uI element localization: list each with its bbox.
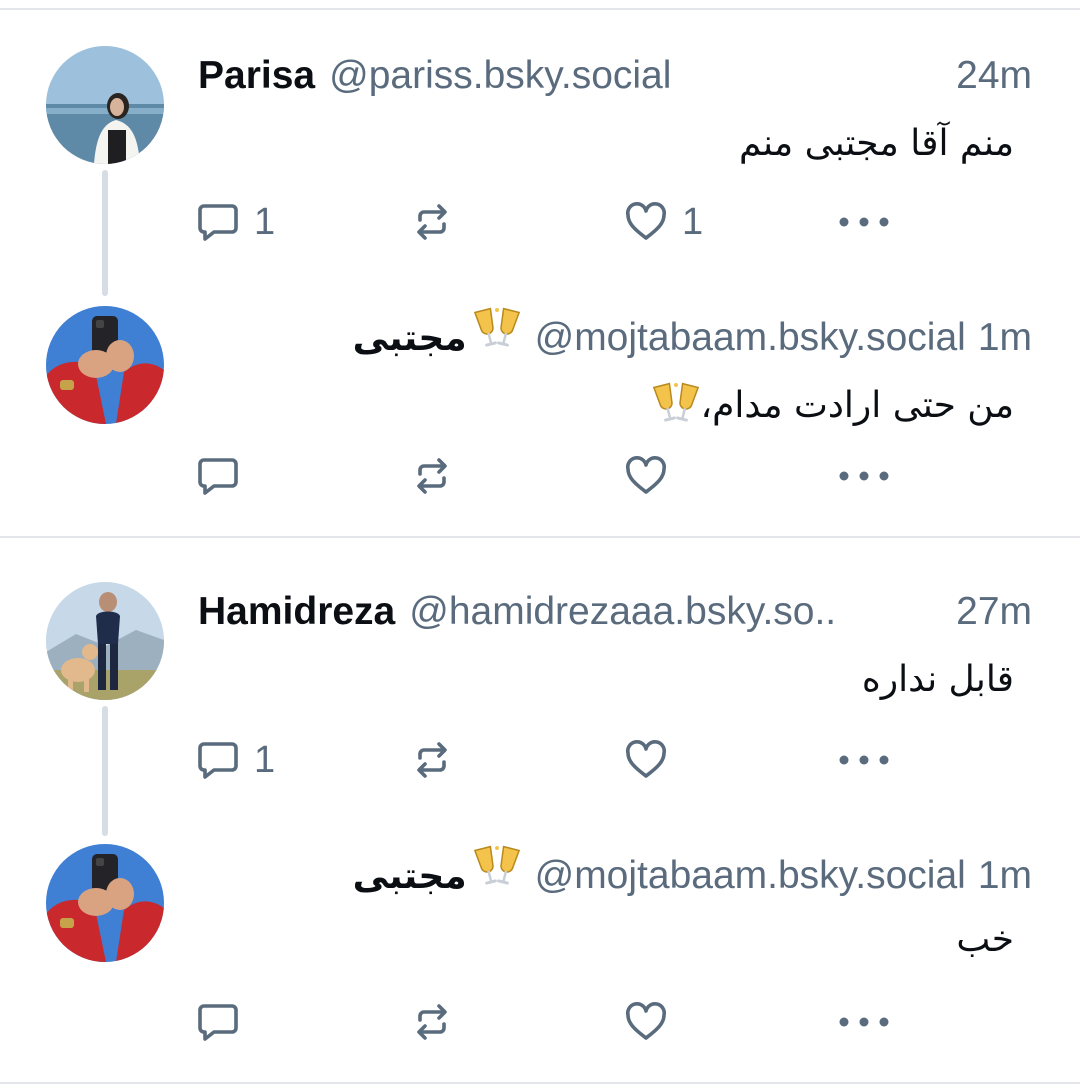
heart-icon: [624, 738, 668, 782]
post[interactable]: Parisa @pariss.bsky.social 24m منم آقا م…: [0, 46, 1080, 276]
repost-arrows-icon: [410, 738, 454, 782]
post-time[interactable]: 24m: [956, 46, 1032, 106]
author-name[interactable]: مجتبی: [353, 309, 467, 366]
like-button[interactable]: [624, 446, 668, 506]
repost-button[interactable]: [410, 446, 454, 506]
repost-arrows-icon: [410, 1000, 454, 1044]
post[interactable]: مجتبی @mojtabaam.bsky.social 1m من حتی ا…: [0, 306, 1080, 526]
repost-arrows-icon: [410, 200, 454, 244]
avatar[interactable]: [46, 306, 164, 424]
post-header: Hamidreza @hamidrezaaa.bsky.so.. 27m: [198, 582, 1032, 642]
post-header: مجتبی @mojtabaam.bsky.social 1m: [198, 306, 1032, 366]
ellipsis-icon: [834, 212, 894, 232]
post-text: قابل نداره: [861, 659, 1014, 700]
heart-icon: [624, 1000, 668, 1044]
author-handle[interactable]: @pariss.bsky.social: [329, 46, 942, 106]
post[interactable]: مجتبی @mojtabaam.bsky.social 1m خب: [0, 844, 1080, 1070]
speech-bubble-icon: [196, 200, 240, 244]
thread-feed: Parisa @pariss.bsky.social 24m منم آقا م…: [0, 0, 1080, 1084]
post-text: من حتی ارادت مدام،: [652, 378, 1014, 434]
thread: Hamidreza @hamidrezaaa.bsky.so.. 27m قاب…: [0, 536, 1080, 1084]
more-options-button[interactable]: [834, 992, 894, 1052]
reply-count: 1: [254, 738, 276, 781]
post-time[interactable]: 27m: [956, 582, 1032, 642]
reply-count: 1: [254, 200, 276, 243]
champagne-glasses-icon: [652, 381, 700, 425]
avatar[interactable]: [46, 582, 164, 700]
post-actions: [0, 992, 1080, 1052]
more-options-button[interactable]: [834, 192, 894, 252]
champagne-glasses-icon: [473, 844, 521, 888]
author-handle[interactable]: @hamidrezaaa.bsky.so..: [409, 582, 942, 642]
reply-button[interactable]: [196, 446, 240, 506]
like-button[interactable]: 1: [624, 192, 703, 252]
ellipsis-icon: [834, 750, 894, 770]
post-actions: 1 1: [0, 192, 1080, 252]
champagne-glasses-icon: [473, 306, 521, 350]
avatar[interactable]: [46, 46, 164, 164]
speech-bubble-icon: [196, 454, 240, 498]
post[interactable]: Hamidreza @hamidrezaaa.bsky.so.. 27m قاب…: [0, 582, 1080, 812]
like-count: 1: [682, 200, 704, 243]
ellipsis-icon: [834, 466, 894, 486]
author-name[interactable]: Hamidreza: [198, 582, 395, 642]
more-options-button[interactable]: [834, 446, 894, 506]
post-time[interactable]: 1m: [978, 308, 1032, 366]
heart-icon: [624, 454, 668, 498]
ellipsis-icon: [834, 1012, 894, 1032]
post-text-content: من حتی ارادت مدام،: [700, 385, 1014, 426]
repost-button[interactable]: [410, 730, 454, 790]
more-options-button[interactable]: [834, 730, 894, 790]
post-header: مجتبی @mojtabaam.bsky.social 1m: [198, 844, 1032, 904]
heart-icon: [624, 200, 668, 244]
author-handle[interactable]: @mojtabaam.bsky.social: [535, 308, 966, 366]
post-text: منم آقا مجتبی منم: [739, 123, 1014, 164]
speech-bubble-icon: [196, 738, 240, 782]
post-actions: [0, 446, 1080, 506]
reply-button[interactable]: [196, 992, 240, 1052]
post-time[interactable]: 1m: [978, 846, 1032, 904]
author-name[interactable]: Parisa: [198, 46, 315, 106]
thread: Parisa @pariss.bsky.social 24m منم آقا م…: [0, 8, 1080, 538]
like-button[interactable]: [624, 730, 668, 790]
author-handle[interactable]: @mojtabaam.bsky.social: [535, 846, 966, 904]
post-actions: 1: [0, 730, 1080, 790]
post-text: خب: [956, 919, 1014, 960]
repost-button[interactable]: [410, 192, 454, 252]
reply-button[interactable]: 1: [196, 730, 275, 790]
post-header: Parisa @pariss.bsky.social 24m: [198, 46, 1032, 106]
avatar[interactable]: [46, 844, 164, 962]
repost-button[interactable]: [410, 992, 454, 1052]
reply-button[interactable]: 1: [196, 192, 275, 252]
like-button[interactable]: [624, 992, 668, 1052]
repost-arrows-icon: [410, 454, 454, 498]
speech-bubble-icon: [196, 1000, 240, 1044]
author-name[interactable]: مجتبی: [353, 847, 467, 904]
